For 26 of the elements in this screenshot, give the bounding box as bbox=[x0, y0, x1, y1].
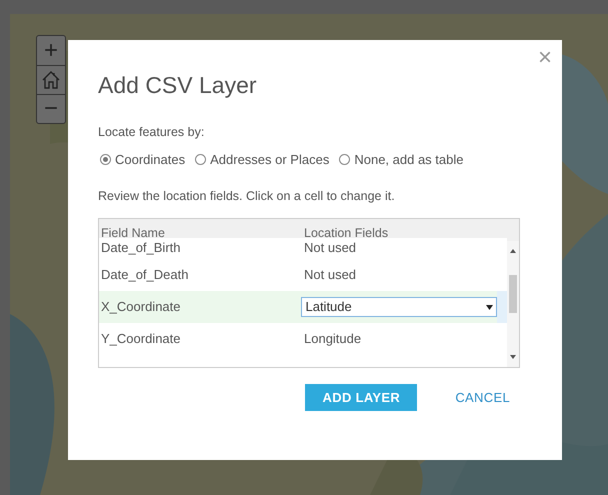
table-cell-text: X_Coordinate bbox=[100, 298, 182, 316]
radio-button[interactable] bbox=[195, 154, 206, 165]
table-cell-text: Not used bbox=[304, 239, 356, 257]
home-icon bbox=[41, 70, 61, 90]
column-header: Field Name bbox=[100, 225, 166, 241]
table-cell-text: Y_Coordinate bbox=[100, 330, 182, 348]
locate-label: Locate features by: bbox=[98, 124, 206, 141]
column-header: Location Fields bbox=[304, 225, 390, 241]
scroll-down-icon[interactable] bbox=[510, 355, 516, 359]
table-cell-text: Date_of_Death bbox=[100, 266, 190, 284]
table-row[interactable]: X_Coordinate Latitude bbox=[99, 291, 507, 323]
table-cell-text: Not used bbox=[304, 266, 356, 284]
review-hint: Review the location fields. Click on a cell to change it. bbox=[98, 188, 396, 206]
radio-button[interactable] bbox=[339, 154, 350, 165]
scroll-thumb[interactable] bbox=[509, 275, 517, 313]
radio-label[interactable]: Coordinates bbox=[115, 150, 186, 170]
caret-icon bbox=[486, 304, 494, 310]
dialog-title: Add CSV Layer bbox=[98, 71, 258, 97]
table-cell-text: Longitude bbox=[304, 330, 362, 348]
radio-button[interactable] bbox=[100, 154, 111, 165]
table-cell-text: Date_of_Birth bbox=[100, 239, 182, 257]
scroll-up-icon[interactable] bbox=[510, 249, 516, 253]
cancel-button[interactable]: CANCEL bbox=[455, 384, 510, 411]
location-dropdown[interactable]: Latitude bbox=[301, 297, 498, 317]
radio-label[interactable]: Addresses or Places bbox=[210, 150, 330, 170]
radio-label[interactable]: None, add as table bbox=[354, 150, 464, 170]
